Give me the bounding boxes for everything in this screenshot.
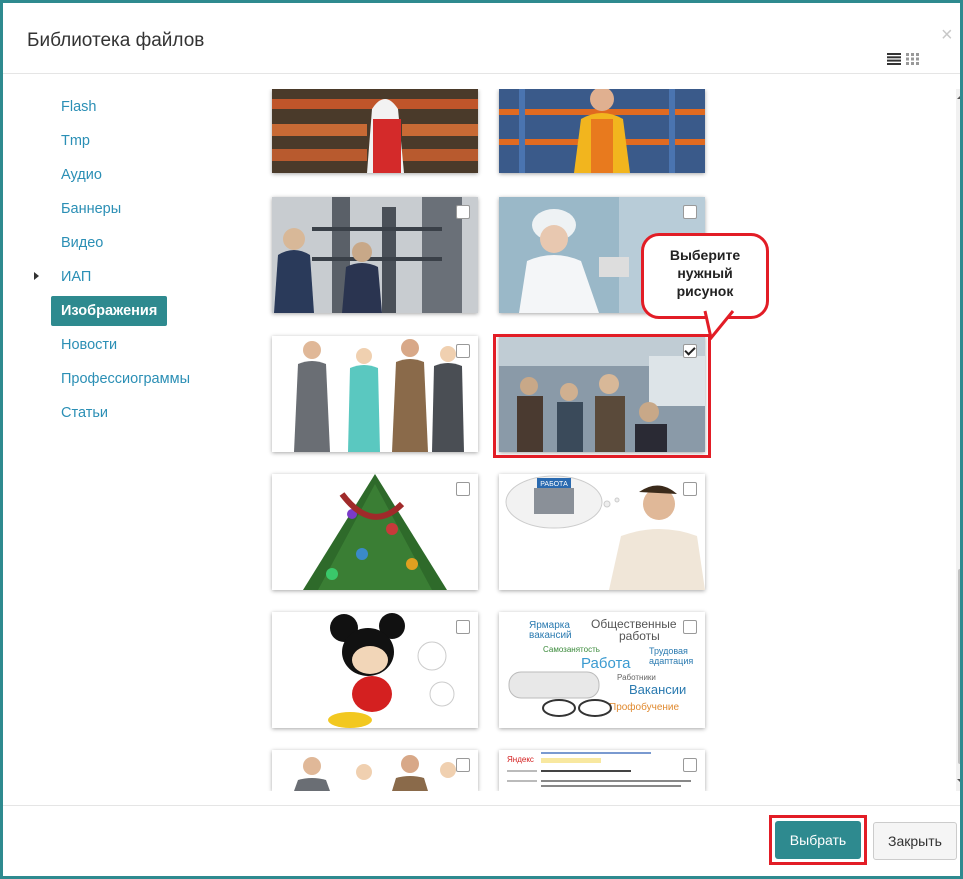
sidebar-item-professiograms[interactable]: Профессиограммы bbox=[51, 364, 200, 394]
scroll-up-icon[interactable] bbox=[957, 95, 960, 99]
image-checkbox[interactable] bbox=[456, 758, 470, 772]
wordcloud-word: работы bbox=[619, 629, 660, 643]
sidebar-item-articles[interactable]: Статьи bbox=[51, 398, 118, 428]
image-checkbox[interactable] bbox=[456, 482, 470, 496]
close-button[interactable]: Закрыть bbox=[873, 822, 957, 860]
image-checkbox[interactable] bbox=[456, 620, 470, 634]
sidebar-item-flash[interactable]: Flash bbox=[51, 92, 106, 122]
wordcloud-word: Работники bbox=[617, 673, 656, 682]
wordcloud-word: Работа bbox=[581, 655, 631, 672]
dialog-header: Библиотека файлов × bbox=[3, 3, 960, 74]
close-icon[interactable]: × bbox=[941, 25, 953, 45]
search-logo-text: Яндекс bbox=[507, 755, 534, 764]
sidebar-item-iap[interactable]: ИАП bbox=[51, 262, 101, 292]
wordcloud-word: Самозанятость bbox=[543, 645, 600, 654]
wordcloud-word: Вакансии bbox=[629, 682, 686, 697]
expand-caret-icon[interactable] bbox=[34, 272, 39, 280]
sidebar-item-tmp[interactable]: Tmp bbox=[51, 126, 100, 156]
thumbnail-christmas-tree[interactable] bbox=[272, 474, 478, 590]
thumbnail-cartoon-mouse[interactable] bbox=[272, 612, 478, 728]
image-checkbox[interactable] bbox=[683, 482, 697, 496]
thumbnail-warehouse-worker[interactable] bbox=[499, 89, 705, 173]
thumbnail-word-cloud[interactable]: Ярмарка вакансий Общественные работы Сам… bbox=[499, 612, 705, 728]
thumbnail-job-center-crowd[interactable] bbox=[499, 336, 705, 452]
wordcloud-word: вакансий bbox=[529, 630, 572, 641]
scroll-thumb[interactable] bbox=[958, 569, 960, 764]
thumbnail-thinking-man[interactable]: РАБОТА bbox=[499, 474, 705, 590]
dialog-title: Библиотека файлов bbox=[27, 30, 205, 51]
thumbnail-bakery-worker[interactable] bbox=[272, 89, 478, 173]
callout-line: Выберите bbox=[669, 247, 741, 263]
select-button[interactable]: Выбрать bbox=[775, 821, 861, 859]
image-checkbox[interactable] bbox=[683, 620, 697, 634]
image-checkbox[interactable] bbox=[683, 205, 697, 219]
list-view-icon[interactable] bbox=[887, 53, 901, 65]
image-checkbox[interactable] bbox=[456, 205, 470, 219]
sidebar-item-audio[interactable]: Аудио bbox=[51, 160, 112, 190]
callout-line: рисунок bbox=[676, 283, 734, 299]
file-library-dialog: Библиотека файлов × Flash Tmp Аудио Банн… bbox=[0, 0, 963, 879]
grid-view-icon[interactable] bbox=[906, 53, 920, 65]
wordcloud-word: Трудовая bbox=[649, 646, 688, 656]
maze-sign-label: РАБОТА bbox=[540, 481, 568, 488]
thumbnail-industrial-workers[interactable] bbox=[272, 197, 478, 313]
scroll-down-icon[interactable] bbox=[957, 779, 960, 783]
wordcloud-word: адаптация bbox=[649, 656, 693, 666]
gallery-scrollbar[interactable] bbox=[956, 89, 960, 791]
callout-line: нужный bbox=[677, 265, 733, 281]
thumbnail-search-results-screenshot[interactable]: Яндекс bbox=[499, 750, 705, 791]
image-checkbox[interactable] bbox=[456, 344, 470, 358]
callout-tail-icon bbox=[703, 308, 735, 340]
image-checkbox[interactable] bbox=[683, 758, 697, 772]
wordcloud-word: Профобучение bbox=[609, 701, 679, 713]
view-toggle bbox=[887, 53, 923, 67]
image-gallery: РАБОТА Ярмарка вакансий Общественные раб… bbox=[259, 89, 949, 791]
sidebar-item-video[interactable]: Видео bbox=[51, 228, 113, 258]
image-checkbox-checked[interactable] bbox=[683, 344, 697, 358]
sidebar-item-images[interactable]: Изображения bbox=[51, 296, 168, 326]
thumbnail-professionals-group[interactable] bbox=[272, 336, 478, 452]
thumbnail-professionals-group-2[interactable] bbox=[272, 750, 478, 791]
sidebar-item-banners[interactable]: Баннеры bbox=[51, 194, 131, 224]
hint-callout: Выберите нужный рисунок bbox=[641, 233, 769, 319]
sidebar-item-news[interactable]: Новости bbox=[51, 330, 127, 360]
